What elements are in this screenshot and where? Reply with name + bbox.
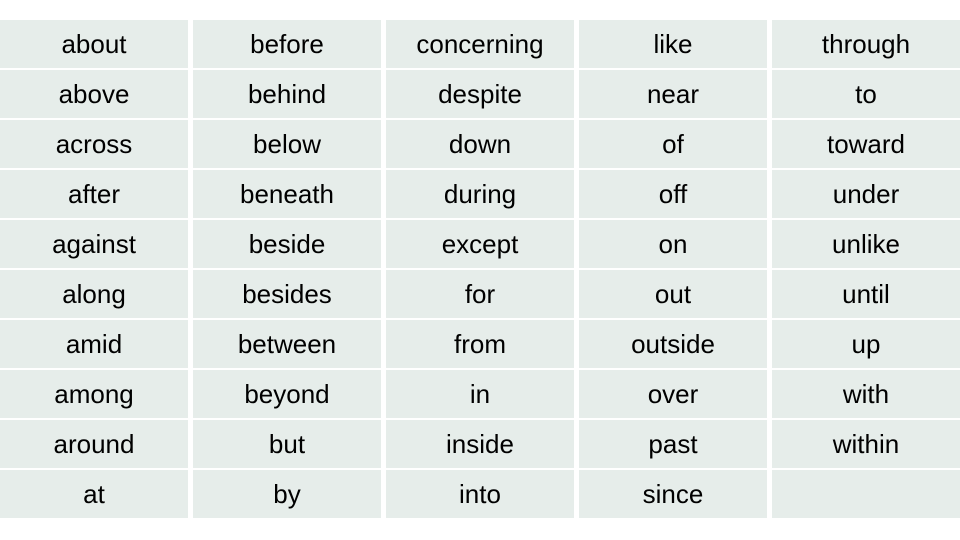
- table-cell-empty: [772, 470, 960, 518]
- table-cell: unlike: [772, 220, 960, 268]
- table-cell: with: [772, 370, 960, 418]
- table-cell: during: [386, 170, 574, 218]
- table-cell: despite: [386, 70, 574, 118]
- table-cell: out: [579, 270, 767, 318]
- table-cell: toward: [772, 120, 960, 168]
- table-cell: amid: [0, 320, 188, 368]
- table-cell: along: [0, 270, 188, 318]
- table-cell: over: [579, 370, 767, 418]
- table-cell: around: [0, 420, 188, 468]
- table-cell: beneath: [193, 170, 381, 218]
- table-cell: since: [579, 470, 767, 518]
- table-cell: from: [386, 320, 574, 368]
- table-cell: inside: [386, 420, 574, 468]
- table-cell: before: [193, 20, 381, 68]
- table-cell: at: [0, 470, 188, 518]
- table-cell: beyond: [193, 370, 381, 418]
- table-cell: after: [0, 170, 188, 218]
- table-cell: like: [579, 20, 767, 68]
- table-cell: besides: [193, 270, 381, 318]
- table-cell: outside: [579, 320, 767, 368]
- table-cell: in: [386, 370, 574, 418]
- table-cell: by: [193, 470, 381, 518]
- table-cell: behind: [193, 70, 381, 118]
- table-cell: among: [0, 370, 188, 418]
- table-cell: above: [0, 70, 188, 118]
- table-cell: across: [0, 120, 188, 168]
- table-cell: near: [579, 70, 767, 118]
- table-cell: down: [386, 120, 574, 168]
- table-cell: on: [579, 220, 767, 268]
- table-cell: of: [579, 120, 767, 168]
- table-cell: within: [772, 420, 960, 468]
- table-cell: concerning: [386, 20, 574, 68]
- table-cell: through: [772, 20, 960, 68]
- table-cell: past: [579, 420, 767, 468]
- table-cell: against: [0, 220, 188, 268]
- table-cell: under: [772, 170, 960, 218]
- table-cell: into: [386, 470, 574, 518]
- table-cell: up: [772, 320, 960, 368]
- table-cell: for: [386, 270, 574, 318]
- table-cell: about: [0, 20, 188, 68]
- table-cell: off: [579, 170, 767, 218]
- table-cell: beside: [193, 220, 381, 268]
- table-cell: below: [193, 120, 381, 168]
- prepositions-table: about before concerning like through above beh…: [0, 20, 960, 518]
- table-cell: but: [193, 420, 381, 468]
- table-cell: except: [386, 220, 574, 268]
- page-root: about before concerning like through above beh…: [0, 0, 960, 540]
- table-cell: to: [772, 70, 960, 118]
- table-cell: between: [193, 320, 381, 368]
- table-cell: until: [772, 270, 960, 318]
